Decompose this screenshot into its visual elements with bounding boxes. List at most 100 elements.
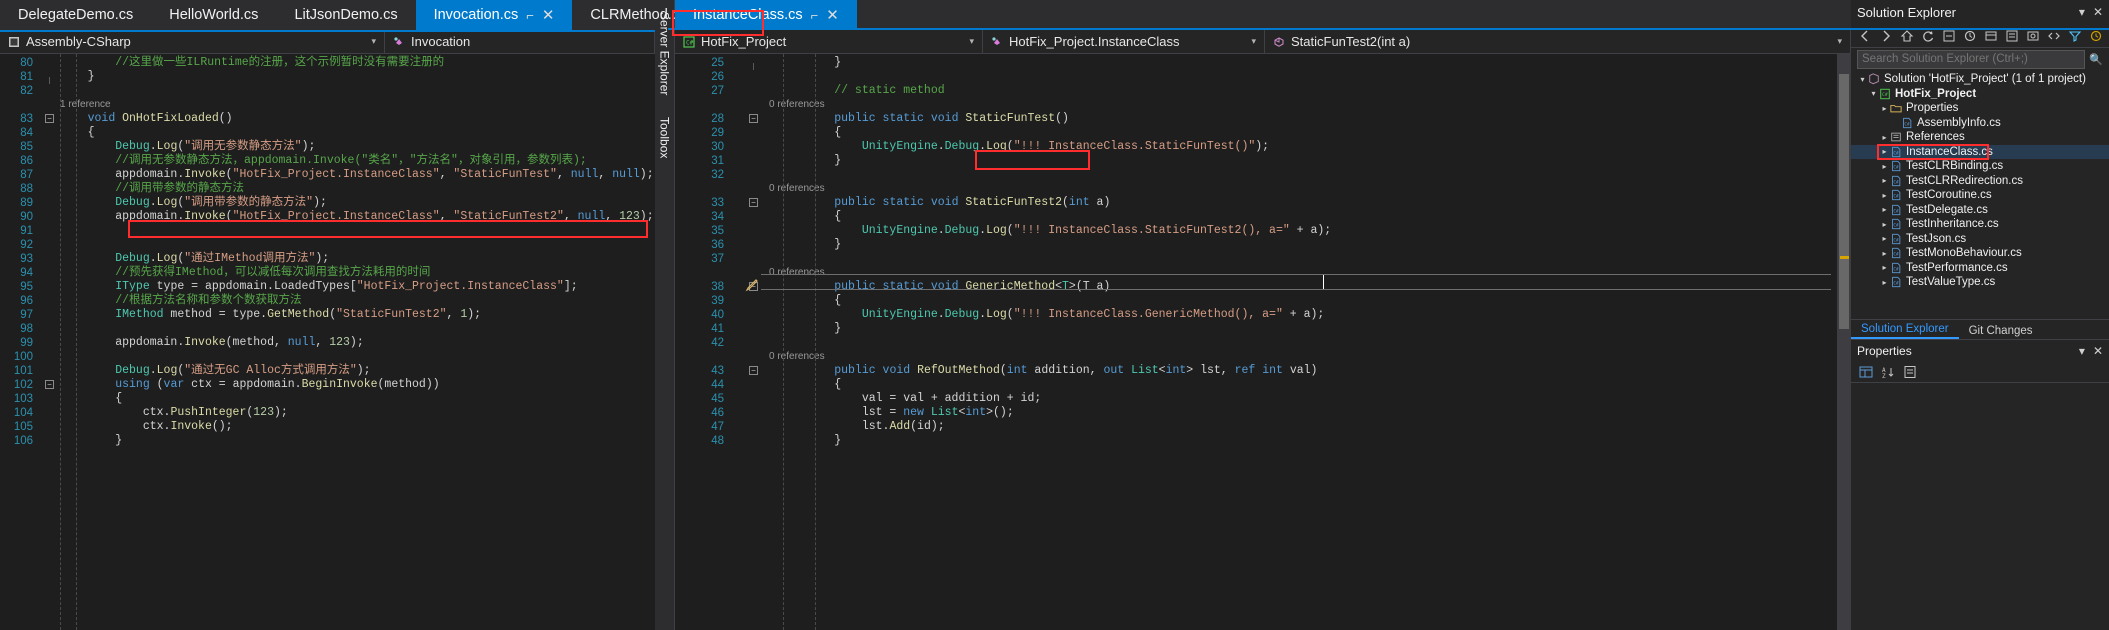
tree-node-testperformance-cs[interactable]: ▸ C# TestPerformance.cs [1851,261,2109,276]
fold-margin[interactable] [42,336,58,350]
code-lens-references[interactable]: 1 reference [0,98,655,112]
code-line[interactable]: 41 } [675,322,1851,336]
search-input[interactable] [1857,49,2086,69]
code-line[interactable]: 40 UnityEngine.Debug.Log("!!! InstanceCl… [675,308,1851,322]
tab-helloworld[interactable]: HelloWorld.cs [151,0,276,30]
fold-margin[interactable] [733,140,767,154]
code-line[interactable]: 33 − public static void StaticFunTest2(in… [675,196,1851,210]
fold-margin[interactable] [733,210,767,224]
preview-icon[interactable] [2026,29,2040,43]
pane-menu-icon[interactable]: ▾ [2079,5,2085,19]
fold-margin[interactable] [733,308,767,322]
fold-margin[interactable] [42,350,58,364]
tab-litjsondemo[interactable]: LitJsonDemo.cs [276,0,415,30]
forward-arrow[interactable] [1879,29,1893,43]
code-line[interactable]: 84 { [0,126,655,140]
fold-margin[interactable] [733,378,767,392]
tree-node-hotfix-project[interactable]: ▾ C# HotFix_Project [1851,87,2109,102]
chevron-down-icon[interactable]: ▾ [1857,75,1868,84]
code-line[interactable]: 29 { [675,126,1851,140]
code-line[interactable]: 27 // static method [675,84,1851,98]
fold-margin[interactable] [733,406,767,420]
tree-node-testcoroutine-cs[interactable]: ▸ C# TestCoroutine.cs [1851,188,2109,203]
refresh-icon[interactable] [1921,29,1935,43]
fold-margin[interactable] [733,238,767,252]
tree-node-solution-hotfix-project-1-of-1-project-[interactable]: ▾ Solution 'HotFix_Project' (1 of 1 proje… [1851,72,2109,87]
code-line[interactable]: 44 { [675,378,1851,392]
right-tab-strip[interactable]: InstanceClass.cs ⌐ ✕ [675,0,1851,30]
fold-margin[interactable] [733,420,767,434]
chevron-right-icon[interactable]: ▸ [1879,278,1890,287]
fold-margin[interactable] [42,252,58,266]
code-line[interactable]: 30 UnityEngine.Debug.Log("!!! InstanceCl… [675,140,1851,154]
code-line[interactable]: 98 [0,322,655,336]
chevron-right-icon[interactable]: ▸ [1879,104,1890,113]
left-tab-strip[interactable]: DelegateDemo.cs HelloWorld.cs LitJsonDemo.… [0,0,882,30]
close-icon[interactable]: ✕ [826,6,839,24]
chevron-down-icon[interactable]: ▾ [1823,36,1842,47]
chevron-down-icon[interactable]: ▾ [955,36,974,47]
close-icon[interactable]: ✕ [542,6,555,24]
left-nav-project[interactable]: Assembly-CSharp ▾ [0,30,385,53]
code-line[interactable]: 106 } [0,434,655,448]
fold-margin[interactable] [42,392,58,406]
fold-margin[interactable]: − [733,364,767,378]
chevron-right-icon[interactable]: ▸ [1879,205,1890,214]
right-nav-member[interactable]: StaticFunTest2(int a) ▾ [1265,30,1851,53]
fold-margin[interactable] [42,308,58,322]
right-editor-scrollbar[interactable] [1837,54,1851,630]
code-line[interactable]: 95 IType type = appdomain.LoadedTypes["H… [0,280,655,294]
code-icon[interactable] [2047,29,2061,43]
code-line[interactable]: 35 UnityEngine.Debug.Log("!!! InstanceCl… [675,224,1851,238]
chevron-right-icon[interactable]: ▸ [1879,162,1890,171]
chevron-right-icon[interactable]: ▸ [1879,133,1890,142]
fold-margin[interactable] [42,168,58,182]
code-lens-references[interactable]: 0 references [675,350,1851,364]
pane-bottom-tabs[interactable]: Solution Explorer Git Changes [1851,319,2109,339]
fold-margin[interactable] [733,84,767,98]
tree-node-properties[interactable]: ▸ Properties [1851,101,2109,116]
collapse-icon[interactable] [1942,29,1956,43]
code-line[interactable]: 25 } [675,56,1851,70]
properties-toolbar[interactable]: AZ [1851,361,2109,383]
code-line[interactable]: 43− public void RefOutMethod(int additio… [675,364,1851,378]
left-code-editor[interactable]: 80 //这里做一些ILRuntime的注册，这个示例暂时没有需要注册的 81 }… [0,54,655,630]
pin-icon[interactable]: ⌐ [526,8,534,23]
pane-tab-git-changes[interactable]: Git Changes [1959,323,2043,339]
right-nav-project[interactable]: C# HotFix_Project ▾ [675,30,983,53]
left-nav-member[interactable]: Invocation [385,30,655,53]
tree-node-testvaluetype-cs[interactable]: ▸ C# TestValueType.cs [1851,275,2109,290]
tree-node-testclrredirection-cs[interactable]: ▸ C# TestCLRRedirection.cs [1851,174,2109,189]
code-line[interactable]: 87 appdomain.Invoke("HotFix_Project.Inst… [0,168,655,182]
fold-margin[interactable] [42,70,58,84]
fold-margin[interactable] [733,336,767,350]
fold-margin[interactable] [733,56,767,70]
categorized-icon[interactable] [1859,365,1873,379]
fold-margin[interactable] [733,126,767,140]
fold-margin[interactable] [733,294,767,308]
fold-margin[interactable] [733,252,767,266]
tree-node-testclrbinding-cs[interactable]: ▸ C# TestCLRBinding.cs [1851,159,2109,174]
tree-node-testmonobehaviour-cs[interactable]: ▸ C# TestMonoBehaviour.cs [1851,246,2109,261]
pane-close-icon[interactable]: ✕ [2093,5,2103,19]
code-line[interactable]: 80 //这里做一些ILRuntime的注册，这个示例暂时没有需要注册的 [0,56,655,70]
fold-margin[interactable] [42,266,58,280]
fold-margin[interactable] [42,84,58,98]
pin-icon[interactable]: ⌐ [811,8,819,23]
fold-margin[interactable] [42,364,58,378]
tree-node-instanceclass-cs[interactable]: ▸ C# InstanceClass.cs [1851,143,2109,160]
chevron-right-icon[interactable]: ▸ [1879,147,1890,156]
fold-margin[interactable]: − [733,112,767,126]
code-line[interactable]: 31 } [675,154,1851,168]
code-line[interactable]: 105 ctx.Invoke(); [0,420,655,434]
fold-margin[interactable] [42,420,58,434]
code-line[interactable]: 104 ctx.PushInteger(123); [0,406,655,420]
solution-explorer-search-row[interactable]: 🔍 [1851,48,2109,70]
fold-margin[interactable] [42,154,58,168]
fold-margin[interactable] [42,182,58,196]
tab-instanceclass[interactable]: InstanceClass.cs ⌐ ✕ [675,0,857,30]
code-line[interactable]: 37 [675,252,1851,266]
chevron-right-icon[interactable]: ▸ [1879,220,1890,229]
code-line[interactable]: 42 [675,336,1851,350]
chevron-right-icon[interactable]: ▸ [1879,234,1890,243]
